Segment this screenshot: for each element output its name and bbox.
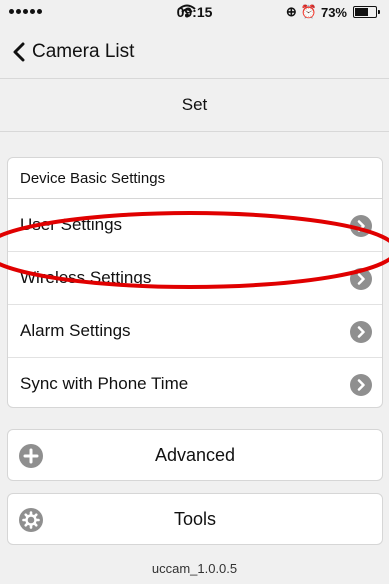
status-right-group: ⊕ ⏰ 73%	[285, 4, 380, 20]
user-settings-row[interactable]: User Settings	[8, 199, 382, 252]
back-label: Camera List	[32, 41, 135, 62]
battery-icon	[353, 6, 380, 18]
advanced-button[interactable]: Advanced	[7, 429, 383, 481]
battery-fill	[355, 8, 369, 16]
chevron-right-circle-icon	[350, 374, 372, 396]
wireless-settings-row[interactable]: Wireless Settings	[8, 252, 382, 305]
sync-phone-time-row[interactable]: Sync with Phone Time	[8, 358, 382, 410]
plus-circle-icon	[19, 444, 43, 468]
alarm-icon: ⏰	[300, 4, 317, 19]
alarm-settings-row[interactable]: Alarm Settings	[8, 305, 382, 358]
battery-percent: 73%	[320, 4, 347, 20]
nav-bar: Camera List	[0, 30, 389, 78]
row-label: Wireless Settings	[20, 268, 152, 287]
row-label: Sync with Phone Time	[20, 374, 189, 393]
chevron-right-circle-icon	[350, 215, 372, 237]
device-settings-card: Device Basic Settings User Settings Wire…	[7, 157, 383, 408]
chevron-left-icon	[13, 42, 25, 62]
row-label: Alarm Settings	[20, 321, 131, 340]
lock-rotation-icon: ⊕	[285, 4, 297, 19]
tools-label: Tools	[173, 508, 217, 529]
chevron-right-circle-icon	[350, 321, 372, 343]
gear-icon	[19, 508, 43, 532]
back-button[interactable]: Camera List	[12, 41, 134, 63]
chevron-right-circle-icon	[350, 268, 372, 290]
tools-button[interactable]: Tools	[7, 493, 383, 545]
page-title: Set	[0, 78, 389, 132]
row-label: User Settings	[20, 215, 123, 234]
section-header: Device Basic Settings	[8, 158, 382, 199]
app-version: uccam_1.0.0.5	[151, 561, 238, 576]
status-bar: 09:15 ⊕ ⏰ 73%	[0, 0, 389, 24]
advanced-label: Advanced	[154, 444, 236, 465]
